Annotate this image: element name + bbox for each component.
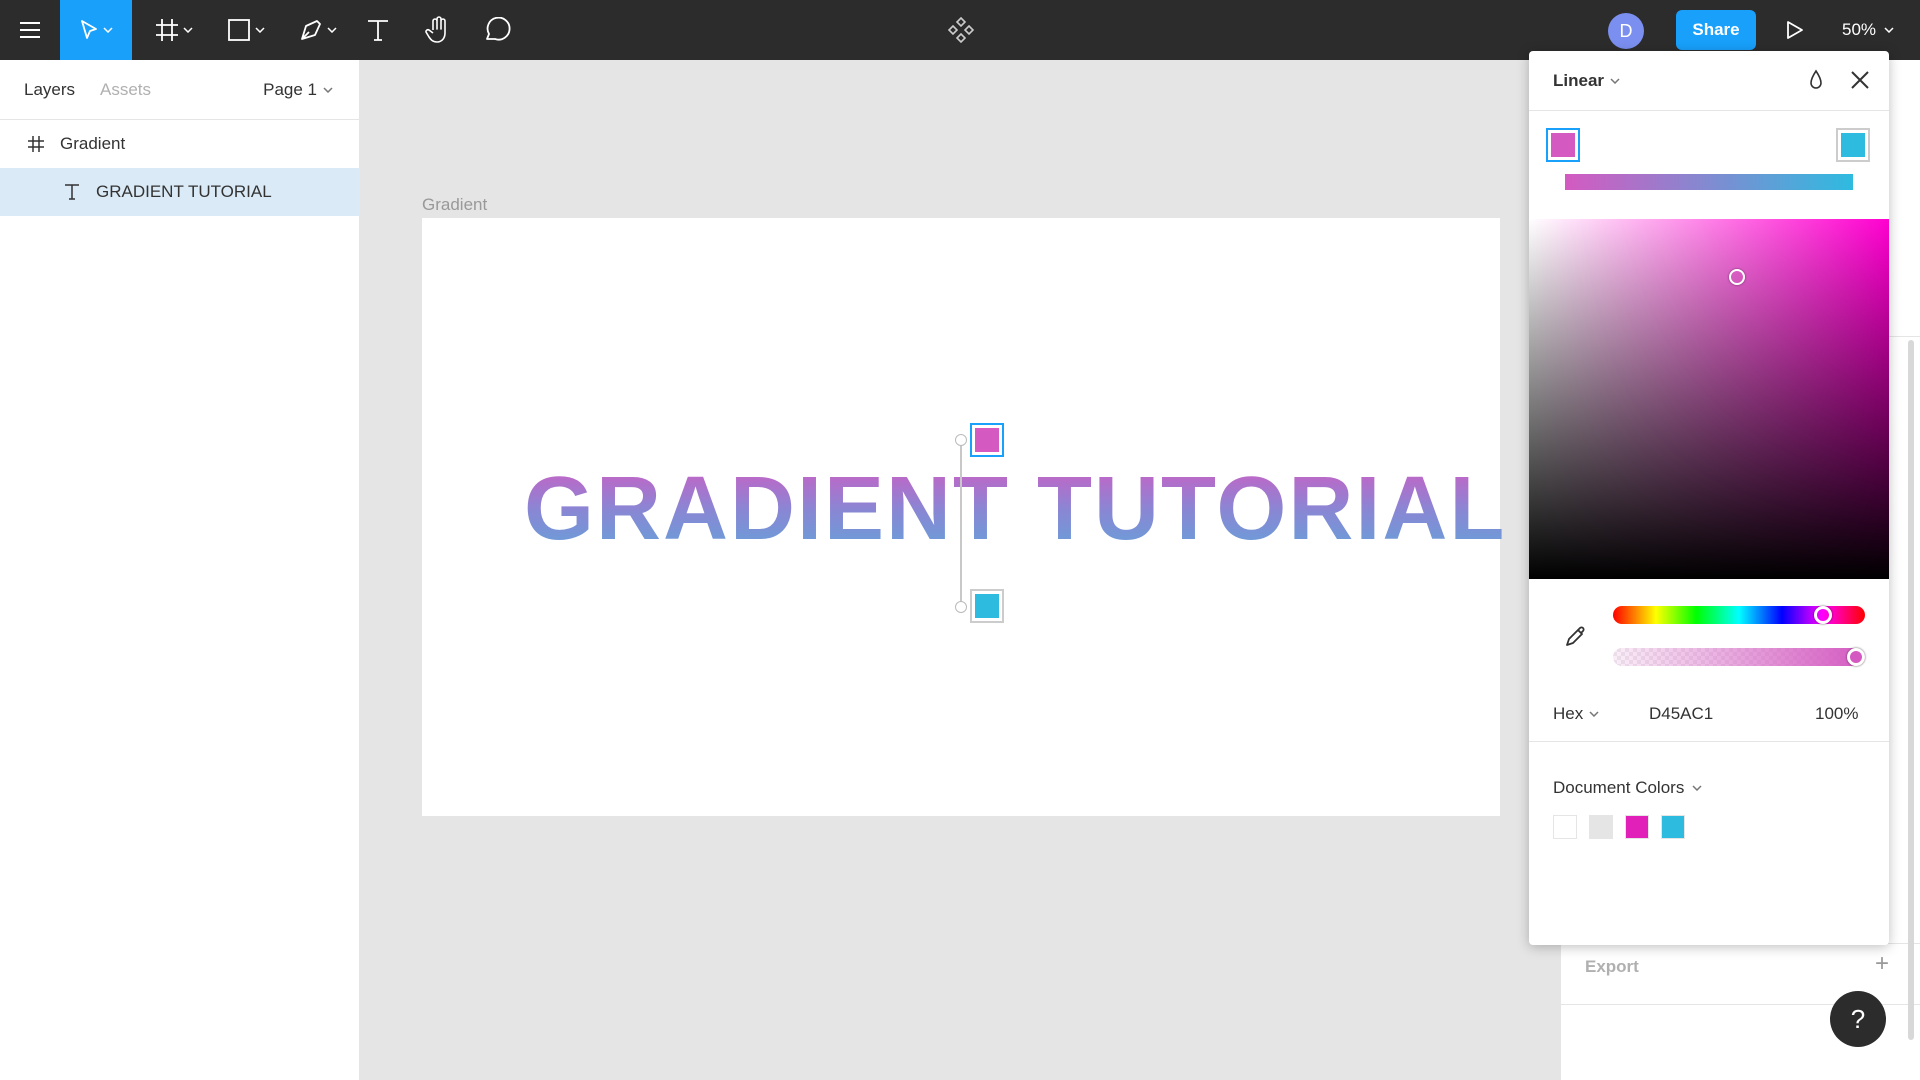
stop-swatch-start[interactable] xyxy=(1546,128,1580,162)
play-icon xyxy=(1787,21,1803,39)
gradient-text-layer[interactable]: GRADIENT TUTORIAL xyxy=(524,458,1506,561)
pen-icon xyxy=(301,20,321,40)
page-selector[interactable]: Page 1 xyxy=(263,80,333,100)
text-icon xyxy=(368,20,388,41)
picker-header: Linear xyxy=(1529,51,1889,111)
chevron-down-icon xyxy=(255,27,265,33)
gradient-stop-bottom[interactable] xyxy=(970,589,1004,623)
share-button[interactable]: Share xyxy=(1676,10,1756,50)
chevron-down-icon xyxy=(1589,711,1599,717)
divider xyxy=(1529,741,1889,742)
component-icon xyxy=(947,16,975,44)
layer-row-frame[interactable]: Gradient xyxy=(0,120,360,168)
blend-mode-icon[interactable] xyxy=(1807,69,1825,96)
gradient-handle-line[interactable] xyxy=(960,439,962,607)
opacity-input[interactable]: 100% xyxy=(1815,704,1858,724)
swatch-cyan[interactable] xyxy=(1661,815,1685,839)
scrollbar[interactable] xyxy=(1908,340,1914,1040)
document-colors-label: Document Colors xyxy=(1553,778,1685,797)
layer-name: GRADIENT TUTORIAL xyxy=(96,182,272,201)
text-tool-button[interactable] xyxy=(362,0,394,60)
swatch-magenta[interactable] xyxy=(1625,815,1649,839)
color-format-dropdown[interactable]: Hex xyxy=(1553,704,1599,724)
hex-input[interactable]: D45AC1 xyxy=(1649,704,1713,724)
frame-tool-button[interactable] xyxy=(148,0,200,60)
frame-label[interactable]: Gradient xyxy=(422,195,487,215)
frame-icon xyxy=(24,135,48,153)
gradient-stop-top[interactable] xyxy=(970,423,1004,457)
avatar[interactable]: D xyxy=(1608,13,1644,49)
chevron-down-icon xyxy=(323,87,333,93)
hue-slider[interactable] xyxy=(1613,606,1865,624)
tab-assets[interactable]: Assets xyxy=(100,80,151,100)
move-tool-button[interactable] xyxy=(60,0,132,60)
opacity-handle[interactable] xyxy=(1847,648,1865,666)
gradient-type-label: Linear xyxy=(1553,71,1605,90)
layer-row-text[interactable]: GRADIENT TUTORIAL xyxy=(0,168,360,216)
comment-tool-button[interactable] xyxy=(480,0,514,60)
hand-icon xyxy=(425,16,446,43)
chevron-down-icon xyxy=(327,27,337,33)
gradient-handle-end[interactable] xyxy=(955,601,967,613)
panel-tabs: Layers Assets Page 1 xyxy=(0,60,359,120)
swatch-white[interactable] xyxy=(1553,815,1577,839)
chevron-down-icon xyxy=(103,27,113,33)
page-selector-label: Page 1 xyxy=(263,80,317,99)
layer-name: Gradient xyxy=(60,134,126,153)
chevron-down-icon xyxy=(1692,785,1702,791)
add-export-button[interactable]: + xyxy=(1875,950,1889,978)
chevron-down-icon xyxy=(183,27,193,33)
zoom-value: 50% xyxy=(1842,20,1877,39)
rectangle-icon xyxy=(228,19,250,41)
comment-icon xyxy=(486,17,511,41)
document-colors-dropdown[interactable]: Document Colors xyxy=(1553,778,1702,798)
layers-panel: Layers Assets Page 1 Gradient GRADIENT T… xyxy=(0,60,360,1080)
swatch-light-gray[interactable] xyxy=(1589,815,1613,839)
help-button[interactable]: ? xyxy=(1830,991,1886,1047)
tab-layers[interactable]: Layers xyxy=(24,80,75,100)
main-menu-button[interactable] xyxy=(0,0,60,60)
gradient-handle-start[interactable] xyxy=(955,434,967,446)
color-picker: Linear Hex D45AC1 100% Document Colors xyxy=(1529,51,1889,945)
text-icon xyxy=(60,183,84,201)
pen-tool-button[interactable] xyxy=(292,0,344,60)
chevron-down-icon xyxy=(1884,27,1894,33)
pointer-icon xyxy=(81,20,97,39)
frame-icon xyxy=(156,19,178,41)
hue-handle[interactable] xyxy=(1814,606,1832,624)
close-icon[interactable] xyxy=(1849,69,1871,96)
eyedropper-icon[interactable] xyxy=(1563,623,1589,654)
export-label: Export xyxy=(1585,957,1639,976)
gradient-type-dropdown[interactable]: Linear xyxy=(1553,71,1620,91)
gradient-preview-bar[interactable] xyxy=(1565,174,1853,190)
color-format-label: Hex xyxy=(1553,704,1584,723)
opacity-slider[interactable] xyxy=(1613,648,1865,666)
stop-swatch-end[interactable] xyxy=(1836,128,1870,162)
hand-tool-button[interactable] xyxy=(420,0,456,60)
chevron-down-icon xyxy=(1610,78,1620,84)
saturation-value-area[interactable] xyxy=(1529,219,1889,579)
components-button[interactable] xyxy=(944,0,978,60)
color-handle[interactable] xyxy=(1729,269,1745,285)
hamburger-icon xyxy=(20,22,40,38)
shape-tool-button[interactable] xyxy=(220,0,272,60)
